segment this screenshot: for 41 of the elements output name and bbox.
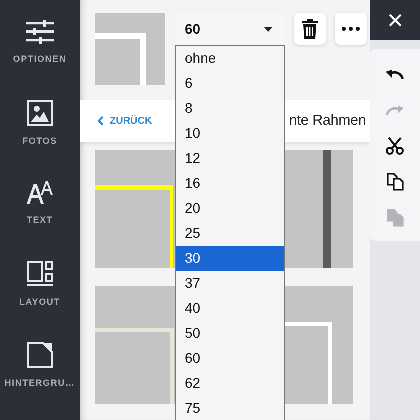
dropdown-option[interactable]: 37 <box>176 271 284 296</box>
sidebar-item[interactable]: TEXT <box>0 178 80 260</box>
undo-icon <box>386 68 404 80</box>
image-icon <box>27 100 53 126</box>
more-icon <box>342 27 360 31</box>
sidebar-item[interactable]: FOTOS <box>0 98 80 179</box>
delete-button[interactable] <box>294 13 326 45</box>
dropdown-option[interactable]: ohne <box>176 46 284 71</box>
dropdown-option[interactable]: 16 <box>176 171 284 196</box>
chevron-left-icon <box>98 116 104 126</box>
sidebar-item[interactable]: LAYOUT <box>0 259 80 340</box>
layout-icon <box>27 261 53 288</box>
dropdown-option[interactable]: 75 <box>176 396 284 420</box>
sliders-icon <box>26 20 54 44</box>
text-icon <box>27 180 53 205</box>
close-button[interactable] <box>370 0 420 40</box>
dropdown-option[interactable]: 10 <box>176 121 284 146</box>
trash-icon <box>302 19 318 39</box>
back-link[interactable]: ZURÜCK <box>98 116 152 126</box>
cut-icon <box>386 137 404 155</box>
dropdown-option[interactable]: 8 <box>176 96 284 121</box>
more-button[interactable] <box>335 13 367 45</box>
paste-icon <box>386 209 404 227</box>
page-icon <box>27 342 53 368</box>
caret-icon <box>264 26 273 32</box>
close-icon <box>388 14 402 26</box>
dropdown-option[interactable]: 25 <box>176 221 284 246</box>
section-title: nte Rahmen <box>289 113 366 129</box>
dropdown-option[interactable]: 6 <box>176 71 284 96</box>
dropdown-option[interactable]: 30 <box>176 246 284 271</box>
dropdown-option[interactable]: 62 <box>176 371 284 396</box>
copy-icon <box>386 173 404 191</box>
dropdown-option[interactable]: 20 <box>176 196 284 221</box>
dropdown-option[interactable]: 40 <box>176 296 284 321</box>
redo-icon <box>386 104 404 116</box>
dropdown-option[interactable]: 60 <box>176 346 284 371</box>
sidebar-item[interactable]: OPTIONEN <box>0 18 80 98</box>
dropdown-option[interactable]: 50 <box>176 321 284 346</box>
sidebar-item[interactable]: HINTERGRU… <box>0 340 80 420</box>
dropdown-option[interactable]: 12 <box>176 146 284 171</box>
frame-preview <box>95 13 165 85</box>
